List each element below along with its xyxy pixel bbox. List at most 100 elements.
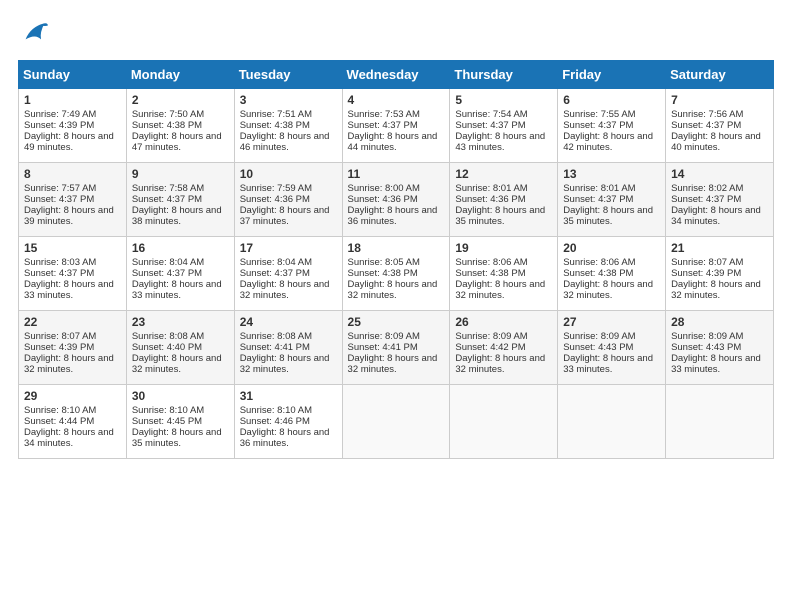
sunrise-text: Sunrise: 8:07 AM xyxy=(671,257,743,268)
day-header-thursday: Thursday xyxy=(450,61,558,89)
day-cell: 3Sunrise: 7:51 AMSunset: 4:38 PMDaylight… xyxy=(234,89,342,163)
day-header-sunday: Sunday xyxy=(19,61,127,89)
sunset-text: Sunset: 4:39 PM xyxy=(24,120,94,131)
sunrise-text: Sunrise: 8:04 AM xyxy=(132,257,204,268)
day-cell: 9Sunrise: 7:58 AMSunset: 4:37 PMDaylight… xyxy=(126,163,234,237)
daylight-text: Daylight: 8 hours and 36 minutes. xyxy=(348,205,438,227)
sunset-text: Sunset: 4:41 PM xyxy=(348,342,418,353)
sunset-text: Sunset: 4:46 PM xyxy=(240,416,310,427)
day-number: 31 xyxy=(240,389,337,403)
header xyxy=(18,18,774,46)
sunset-text: Sunset: 4:43 PM xyxy=(671,342,741,353)
daylight-text: Daylight: 8 hours and 42 minutes. xyxy=(563,131,653,153)
day-number: 2 xyxy=(132,93,229,107)
sunrise-text: Sunrise: 8:04 AM xyxy=(240,257,312,268)
daylight-text: Daylight: 8 hours and 40 minutes. xyxy=(671,131,761,153)
sunrise-text: Sunrise: 8:06 AM xyxy=(455,257,527,268)
day-cell: 10Sunrise: 7:59 AMSunset: 4:36 PMDayligh… xyxy=(234,163,342,237)
week-row-1: 1Sunrise: 7:49 AMSunset: 4:39 PMDaylight… xyxy=(19,89,774,163)
sunset-text: Sunset: 4:36 PM xyxy=(240,194,310,205)
daylight-text: Daylight: 8 hours and 38 minutes. xyxy=(132,205,222,227)
day-cell: 31Sunrise: 8:10 AMSunset: 4:46 PMDayligh… xyxy=(234,385,342,459)
sunrise-text: Sunrise: 7:51 AM xyxy=(240,109,312,120)
sunset-text: Sunset: 4:41 PM xyxy=(240,342,310,353)
day-cell: 5Sunrise: 7:54 AMSunset: 4:37 PMDaylight… xyxy=(450,89,558,163)
day-cell: 24Sunrise: 8:08 AMSunset: 4:41 PMDayligh… xyxy=(234,311,342,385)
day-number: 13 xyxy=(563,167,660,181)
sunset-text: Sunset: 4:40 PM xyxy=(132,342,202,353)
week-row-4: 22Sunrise: 8:07 AMSunset: 4:39 PMDayligh… xyxy=(19,311,774,385)
sunset-text: Sunset: 4:37 PM xyxy=(240,268,310,279)
day-number: 15 xyxy=(24,241,121,255)
day-number: 1 xyxy=(24,93,121,107)
daylight-text: Daylight: 8 hours and 49 minutes. xyxy=(24,131,114,153)
daylight-text: Daylight: 8 hours and 32 minutes. xyxy=(563,279,653,301)
day-cell xyxy=(450,385,558,459)
sunrise-text: Sunrise: 8:10 AM xyxy=(240,405,312,416)
daylight-text: Daylight: 8 hours and 37 minutes. xyxy=(240,205,330,227)
sunrise-text: Sunrise: 8:01 AM xyxy=(563,183,635,194)
day-cell: 22Sunrise: 8:07 AMSunset: 4:39 PMDayligh… xyxy=(19,311,127,385)
daylight-text: Daylight: 8 hours and 34 minutes. xyxy=(24,427,114,449)
day-cell xyxy=(342,385,450,459)
day-number: 7 xyxy=(671,93,768,107)
day-number: 29 xyxy=(24,389,121,403)
day-number: 28 xyxy=(671,315,768,329)
day-number: 22 xyxy=(24,315,121,329)
day-header-friday: Friday xyxy=(558,61,666,89)
day-number: 30 xyxy=(132,389,229,403)
daylight-text: Daylight: 8 hours and 32 minutes. xyxy=(455,353,545,375)
day-cell xyxy=(558,385,666,459)
day-number: 20 xyxy=(563,241,660,255)
day-number: 26 xyxy=(455,315,552,329)
sunrise-text: Sunrise: 7:50 AM xyxy=(132,109,204,120)
day-number: 12 xyxy=(455,167,552,181)
daylight-text: Daylight: 8 hours and 32 minutes. xyxy=(348,279,438,301)
sunrise-text: Sunrise: 8:09 AM xyxy=(455,331,527,342)
sunrise-text: Sunrise: 8:06 AM xyxy=(563,257,635,268)
day-cell: 2Sunrise: 7:50 AMSunset: 4:38 PMDaylight… xyxy=(126,89,234,163)
day-number: 27 xyxy=(563,315,660,329)
daylight-text: Daylight: 8 hours and 32 minutes. xyxy=(132,353,222,375)
sunrise-text: Sunrise: 7:55 AM xyxy=(563,109,635,120)
sunset-text: Sunset: 4:37 PM xyxy=(24,268,94,279)
day-cell: 23Sunrise: 8:08 AMSunset: 4:40 PMDayligh… xyxy=(126,311,234,385)
sunset-text: Sunset: 4:39 PM xyxy=(24,342,94,353)
daylight-text: Daylight: 8 hours and 32 minutes. xyxy=(455,279,545,301)
day-number: 5 xyxy=(455,93,552,107)
daylight-text: Daylight: 8 hours and 33 minutes. xyxy=(132,279,222,301)
day-number: 25 xyxy=(348,315,445,329)
day-number: 19 xyxy=(455,241,552,255)
week-row-5: 29Sunrise: 8:10 AMSunset: 4:44 PMDayligh… xyxy=(19,385,774,459)
day-number: 17 xyxy=(240,241,337,255)
day-cell: 14Sunrise: 8:02 AMSunset: 4:37 PMDayligh… xyxy=(666,163,774,237)
day-header-monday: Monday xyxy=(126,61,234,89)
sunset-text: Sunset: 4:37 PM xyxy=(348,120,418,131)
daylight-text: Daylight: 8 hours and 44 minutes. xyxy=(348,131,438,153)
day-cell: 11Sunrise: 8:00 AMSunset: 4:36 PMDayligh… xyxy=(342,163,450,237)
daylight-text: Daylight: 8 hours and 33 minutes. xyxy=(563,353,653,375)
logo xyxy=(18,18,48,46)
calendar-table: SundayMondayTuesdayWednesdayThursdayFrid… xyxy=(18,60,774,459)
day-number: 14 xyxy=(671,167,768,181)
day-cell: 26Sunrise: 8:09 AMSunset: 4:42 PMDayligh… xyxy=(450,311,558,385)
day-cell: 15Sunrise: 8:03 AMSunset: 4:37 PMDayligh… xyxy=(19,237,127,311)
sunset-text: Sunset: 4:38 PM xyxy=(455,268,525,279)
sunset-text: Sunset: 4:37 PM xyxy=(132,268,202,279)
day-number: 11 xyxy=(348,167,445,181)
day-cell: 28Sunrise: 8:09 AMSunset: 4:43 PMDayligh… xyxy=(666,311,774,385)
sunrise-text: Sunrise: 7:53 AM xyxy=(348,109,420,120)
daylight-text: Daylight: 8 hours and 35 minutes. xyxy=(455,205,545,227)
day-number: 23 xyxy=(132,315,229,329)
daylight-text: Daylight: 8 hours and 46 minutes. xyxy=(240,131,330,153)
sunset-text: Sunset: 4:38 PM xyxy=(563,268,633,279)
daylight-text: Daylight: 8 hours and 32 minutes. xyxy=(348,353,438,375)
sunrise-text: Sunrise: 8:08 AM xyxy=(240,331,312,342)
sunset-text: Sunset: 4:37 PM xyxy=(455,120,525,131)
day-cell: 25Sunrise: 8:09 AMSunset: 4:41 PMDayligh… xyxy=(342,311,450,385)
sunrise-text: Sunrise: 8:02 AM xyxy=(671,183,743,194)
day-header-wednesday: Wednesday xyxy=(342,61,450,89)
day-cell: 1Sunrise: 7:49 AMSunset: 4:39 PMDaylight… xyxy=(19,89,127,163)
week-row-3: 15Sunrise: 8:03 AMSunset: 4:37 PMDayligh… xyxy=(19,237,774,311)
day-number: 10 xyxy=(240,167,337,181)
